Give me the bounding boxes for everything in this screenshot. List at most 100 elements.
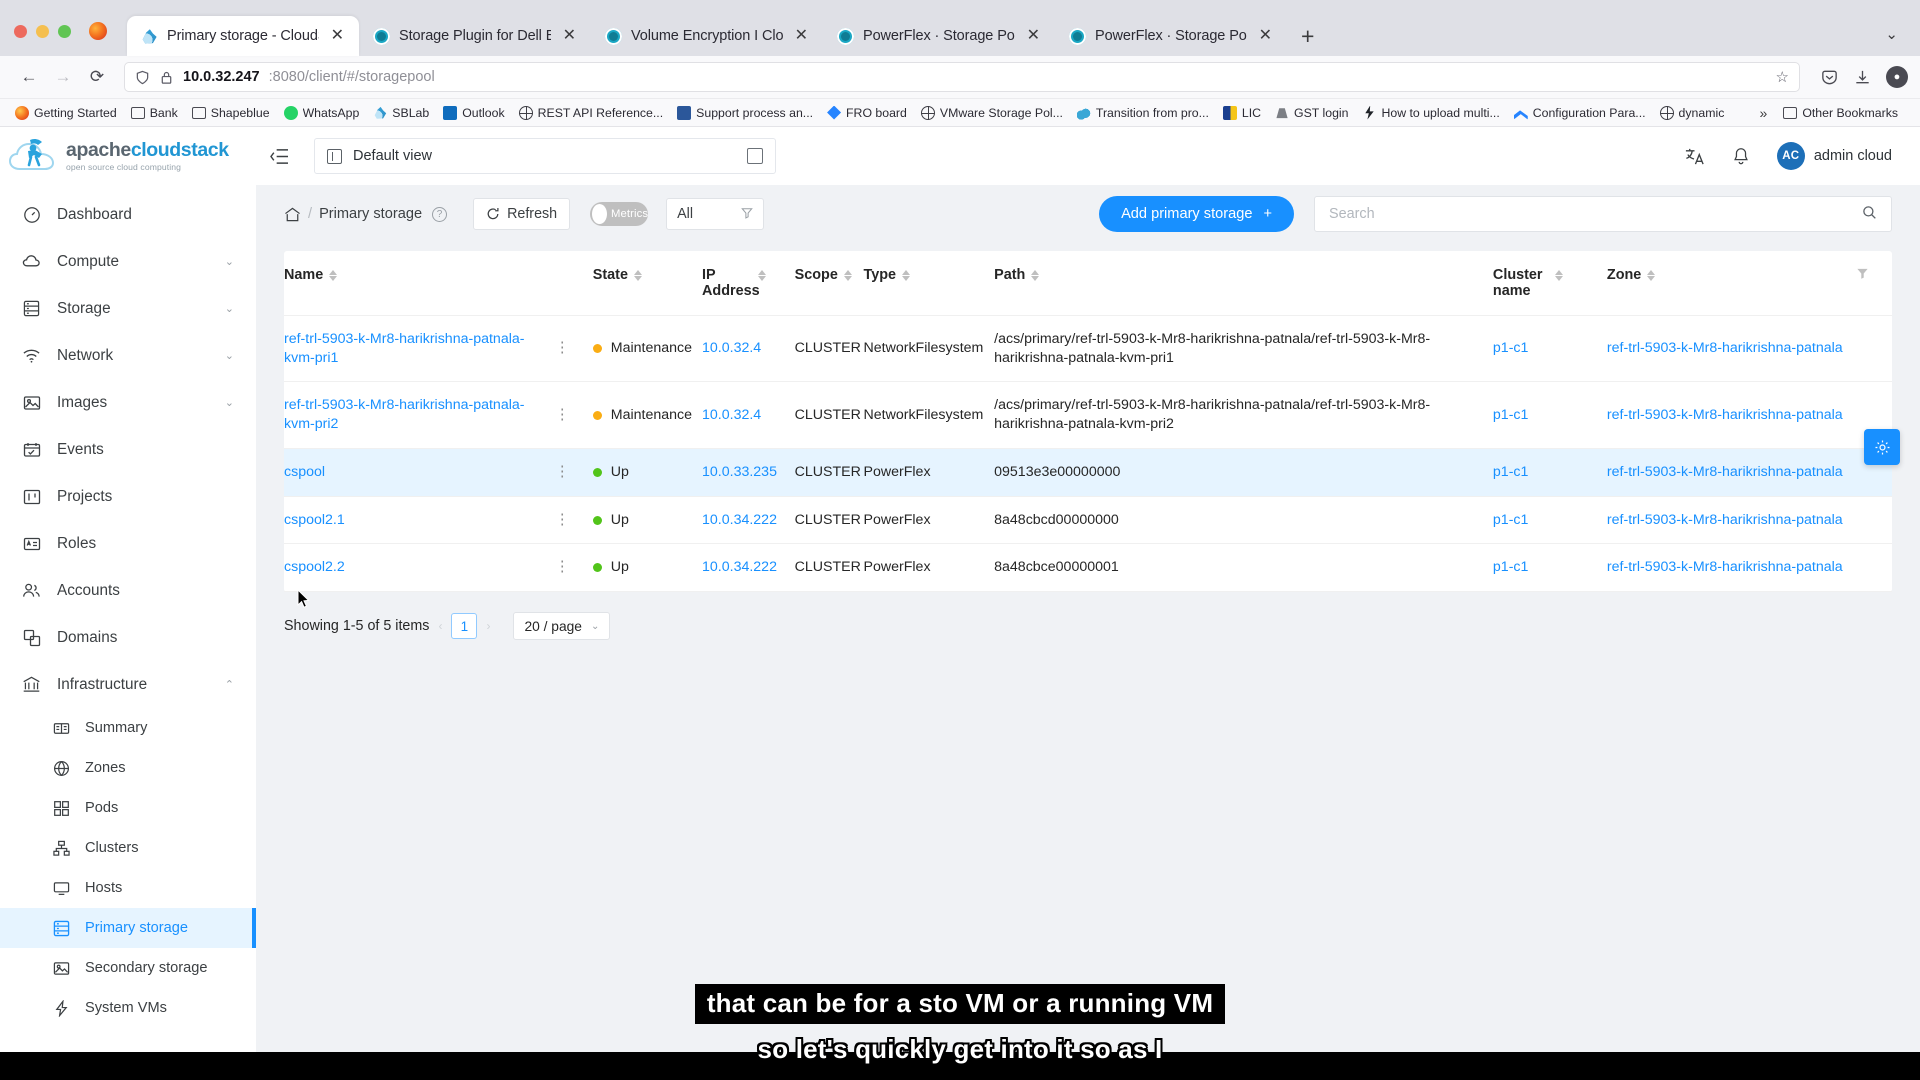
cell-name[interactable]: ref-trl-5903-k-Mr8-harikrishna-patnala-k…	[284, 315, 555, 383]
new-tab-button[interactable]: +	[1287, 25, 1326, 56]
cell-zone[interactable]: ref-trl-5903-k-Mr8-harikrishna-patnala	[1606, 315, 1857, 383]
sidebar-item-roles[interactable]: Roles	[0, 520, 256, 567]
cell-zone[interactable]: ref-trl-5903-k-Mr8-harikrishna-patnala	[1606, 496, 1857, 545]
zone-link[interactable]: ref-trl-5903-k-Mr8-harikrishna-patnala	[1607, 407, 1843, 423]
account-avatar-icon[interactable]: ●	[1886, 66, 1908, 88]
next-page-button[interactable]: ›	[477, 619, 499, 633]
zone-link[interactable]: ref-trl-5903-k-Mr8-harikrishna-patnala	[1607, 340, 1843, 356]
bookmark-item[interactable]: SBLab	[366, 102, 436, 124]
sidebar-item-summary[interactable]: Summary	[0, 708, 256, 748]
sidebar-item-projects[interactable]: Projects	[0, 473, 256, 520]
cell-ip[interactable]: 10.0.33.235	[702, 448, 795, 497]
column-header-path[interactable]: Path	[994, 251, 1493, 316]
browser-tab-3[interactable]: PowerFlex · Storage Pools ✕	[823, 16, 1055, 56]
cell-zone[interactable]: ref-trl-5903-k-Mr8-harikrishna-patnala	[1606, 381, 1857, 449]
bookmark-item[interactable]: GST login	[1268, 102, 1355, 124]
chevron-down-icon[interactable]: ⌄	[225, 255, 234, 268]
table-row[interactable]: cspool2.1 ⋮ Up 10.0.34.222 CLUSTER Power…	[284, 496, 1892, 545]
bookmark-item[interactable]: LIC	[1216, 102, 1268, 124]
cell-zone[interactable]: ref-trl-5903-k-Mr8-harikrishna-patnala	[1606, 448, 1857, 497]
user-menu[interactable]: AC admin cloud	[1776, 142, 1892, 170]
table-row[interactable]: cspool ⋮ Up 10.0.33.235 CLUSTER PowerFle…	[284, 448, 1892, 497]
cell-name[interactable]: ref-trl-5903-k-Mr8-harikrishna-patnala-k…	[284, 381, 555, 449]
close-tab-icon[interactable]: ✕	[1024, 28, 1043, 44]
ip-address-link[interactable]: 10.0.34.222	[702, 559, 777, 575]
forward-button[interactable]: →	[46, 62, 80, 92]
page-size-select[interactable]: 20 / page ⌄	[513, 612, 611, 641]
bookmark-item[interactable]: VMware Storage Pol...	[914, 102, 1070, 124]
bookmark-item[interactable]: How to upload multi...	[1356, 102, 1507, 124]
cell-cluster[interactable]: p1-c1	[1492, 543, 1607, 593]
cell-name[interactable]: cspool	[284, 448, 555, 497]
cell-actions[interactable]: ⋮	[554, 448, 593, 497]
bookmark-item[interactable]: Support process an...	[670, 102, 820, 124]
help-icon[interactable]: ?	[432, 206, 448, 222]
back-button[interactable]: ←	[12, 62, 46, 92]
browser-tab-0[interactable]: Primary storage - CloudStack ✕	[127, 16, 359, 56]
cell-ip[interactable]: 10.0.32.4	[702, 315, 795, 383]
browser-tab-1[interactable]: Storage Plugin for Dell EMC Po ✕	[359, 16, 591, 56]
bookmark-item[interactable]: Bank	[124, 102, 185, 124]
storage-name-link[interactable]: cspool	[284, 464, 325, 480]
language-icon[interactable]	[1684, 146, 1705, 167]
column-header-cluster-name[interactable]: Cluster name	[1492, 251, 1607, 316]
bookmark-item[interactable]: WhatsApp	[277, 102, 367, 124]
column-header-state[interactable]: State	[592, 251, 703, 316]
row-menu-icon[interactable]: ⋮	[555, 558, 571, 575]
close-tab-icon[interactable]: ✕	[328, 28, 347, 44]
filter-funnel-icon[interactable]	[1856, 268, 1869, 283]
bookmark-item[interactable]: Configuration Para...	[1507, 102, 1653, 124]
sidebar-item-infrastructure[interactable]: Infrastructure ⌃	[0, 661, 256, 708]
address-bar[interactable]: 10.0.32.247:8080/client/#/storagepool ☆	[124, 62, 1800, 92]
sidebar-item-dashboard[interactable]: Dashboard	[0, 191, 256, 238]
bookmark-item[interactable]: dynamic	[1653, 102, 1732, 124]
view-selector[interactable]: Default view	[314, 138, 776, 174]
sidebar-item-clusters[interactable]: Clusters	[0, 828, 256, 868]
row-menu-icon[interactable]: ⋮	[555, 339, 571, 356]
cell-cluster[interactable]: p1-c1	[1492, 381, 1607, 449]
reload-button[interactable]: ⟳	[80, 62, 114, 92]
cloudstack-logo[interactable]: apachecloudstack open source cloud compu…	[0, 127, 256, 185]
cell-name[interactable]: cspool2.2	[284, 543, 555, 593]
list-all-tabs-icon[interactable]: ⌄	[1885, 25, 1898, 43]
cell-ip[interactable]: 10.0.34.222	[702, 496, 795, 545]
row-menu-icon[interactable]: ⋮	[555, 406, 571, 423]
sort-icon[interactable]	[1554, 267, 1563, 281]
previous-page-button[interactable]: ‹	[429, 619, 451, 633]
search-input[interactable]: Search	[1314, 196, 1892, 232]
table-row[interactable]: cspool2.2 ⋮ Up 10.0.34.222 CLUSTER Power…	[284, 543, 1892, 593]
cluster-link[interactable]: p1-c1	[1493, 512, 1529, 528]
downloads-icon[interactable]	[1853, 68, 1872, 87]
window-controls[interactable]	[14, 25, 71, 56]
zone-link[interactable]: ref-trl-5903-k-Mr8-harikrishna-patnala	[1607, 559, 1843, 575]
storage-name-link[interactable]: cspool2.1	[284, 512, 345, 528]
zone-link[interactable]: ref-trl-5903-k-Mr8-harikrishna-patnala	[1607, 464, 1843, 480]
ip-address-link[interactable]: 10.0.34.222	[702, 512, 777, 528]
browser-tab-2[interactable]: Volume Encryption I CloudStac ✕	[591, 16, 823, 56]
chevron-down-icon[interactable]: ⌄	[225, 396, 234, 409]
row-menu-icon[interactable]: ⋮	[555, 511, 571, 528]
ip-address-link[interactable]: 10.0.33.235	[702, 464, 777, 480]
maximize-window-button[interactable]	[58, 25, 71, 38]
view-options-icon[interactable]	[747, 148, 763, 164]
sidebar-item-domains[interactable]: Domains	[0, 614, 256, 661]
sidebar-item-network[interactable]: Network ⌄	[0, 332, 256, 379]
bookmark-item[interactable]: REST API Reference...	[512, 102, 671, 124]
sort-icon[interactable]	[843, 267, 852, 281]
storage-name-link[interactable]: ref-trl-5903-k-Mr8-harikrishna-patnala-k…	[284, 331, 524, 366]
sidebar-item-zones[interactable]: Zones	[0, 748, 256, 788]
cluster-link[interactable]: p1-c1	[1493, 559, 1529, 575]
notifications-bell-icon[interactable]	[1731, 146, 1751, 166]
bookmark-item[interactable]: Getting Started	[8, 102, 124, 124]
add-primary-storage-button[interactable]: Add primary storage +	[1099, 196, 1294, 232]
sidebar-item-storage[interactable]: Storage ⌄	[0, 285, 256, 332]
bookmarks-overflow-icon[interactable]: »	[1751, 105, 1777, 121]
cluster-link[interactable]: p1-c1	[1493, 340, 1529, 356]
sidebar-item-primary-storage[interactable]: Primary storage	[0, 908, 256, 948]
cell-actions[interactable]: ⋮	[554, 381, 593, 449]
ip-address-link[interactable]: 10.0.32.4	[702, 340, 761, 356]
gear-icon[interactable]	[1864, 429, 1900, 465]
storage-name-link[interactable]: ref-trl-5903-k-Mr8-harikrishna-patnala-k…	[284, 397, 524, 432]
bookmark-item[interactable]: Outlook	[436, 102, 511, 124]
zone-link[interactable]: ref-trl-5903-k-Mr8-harikrishna-patnala	[1607, 512, 1843, 528]
